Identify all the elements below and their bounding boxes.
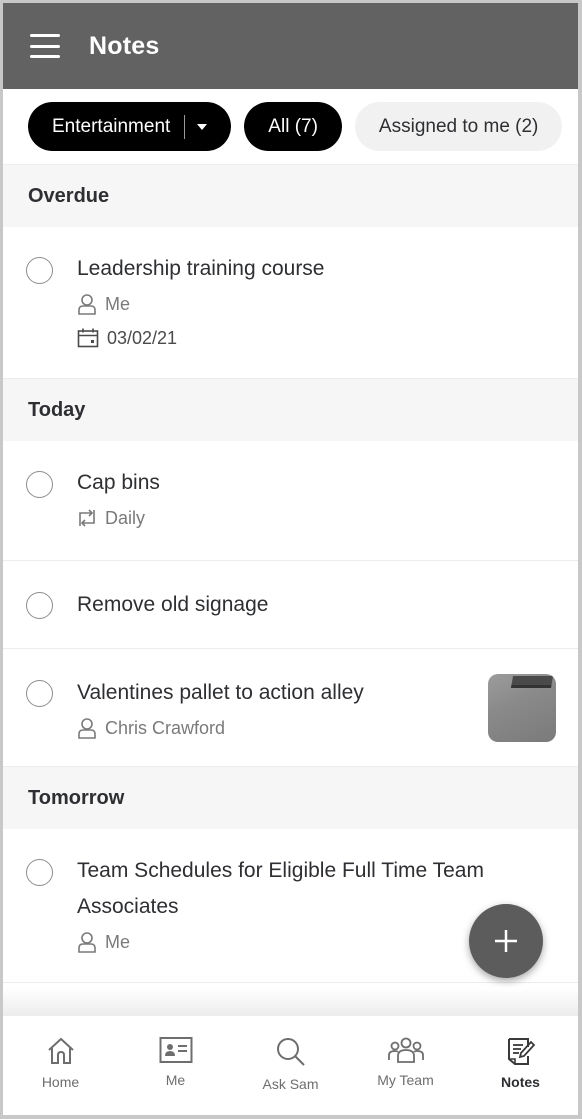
- task-item[interactable]: Valentines pallet to action alley Chris …: [3, 649, 578, 767]
- filter-bar: Entertainment All (7) Assigned to me (2): [3, 89, 578, 165]
- section-header-tomorrow: Tomorrow: [3, 767, 578, 829]
- nav-label: Home: [41, 1074, 80, 1090]
- task-item[interactable]: Cap bins Daily: [3, 441, 578, 561]
- person-icon: [78, 294, 96, 315]
- recurrence-label: Daily: [105, 507, 146, 528]
- nav-item-ask-sam[interactable]: Ask Sam: [233, 1016, 348, 1115]
- caret-down-icon: [197, 123, 208, 130]
- nav-item-my-team[interactable]: My Team: [348, 1016, 463, 1115]
- task-checkbox[interactable]: [26, 471, 53, 498]
- task-title: Leadership training course: [77, 257, 325, 280]
- nav-item-me[interactable]: Me: [118, 1016, 233, 1115]
- task-title: Cap bins: [77, 471, 160, 494]
- hamburger-menu-icon[interactable]: [30, 34, 60, 58]
- notes-edit-icon: [507, 1038, 535, 1065]
- scroll-fade: [3, 988, 578, 1016]
- home-icon: [47, 1037, 74, 1064]
- section-header-overdue: Overdue: [3, 165, 578, 227]
- filter-chip-assigned-to-me[interactable]: Assigned to me (2): [354, 102, 563, 151]
- task-checkbox[interactable]: [26, 859, 53, 886]
- department-label: Entertainment: [52, 115, 171, 137]
- id-card-icon: [159, 1037, 192, 1063]
- task-title: Team Schedules for Eligible Full Time Te…: [77, 859, 484, 918]
- task-assignee: Me: [77, 287, 578, 321]
- chip-divider: [184, 114, 186, 139]
- task-checkbox[interactable]: [26, 680, 53, 707]
- department-dropdown[interactable]: Entertainment: [28, 102, 232, 151]
- nav-label: Ask Sam: [262, 1076, 319, 1092]
- nav-item-home[interactable]: Home: [3, 1016, 118, 1115]
- bottom-nav: Home Me Ask Sam My Team Notes: [3, 1016, 578, 1115]
- person-icon: [78, 718, 96, 739]
- task-recurrence: Daily: [77, 501, 578, 535]
- calendar-icon: [77, 328, 99, 348]
- nav-label: Me: [165, 1072, 186, 1088]
- task-item[interactable]: Remove old signage: [3, 561, 578, 649]
- task-checkbox[interactable]: [26, 257, 53, 284]
- team-icon: [387, 1037, 424, 1063]
- person-icon: [78, 932, 96, 953]
- notes-screen: Notes Entertainment All (7) Assigned to …: [3, 3, 578, 1115]
- section-header-today: Today: [3, 379, 578, 441]
- nav-item-notes[interactable]: Notes: [463, 1016, 578, 1115]
- task-due-date: 03/02/21: [77, 321, 578, 355]
- task-item[interactable]: Leadership training course Me 03/02/21: [3, 227, 578, 379]
- search-icon: [276, 1038, 305, 1066]
- task-image-thumbnail[interactable]: [488, 674, 556, 742]
- app-bar: Notes: [3, 3, 578, 89]
- nav-label: Notes: [501, 1074, 540, 1090]
- task-list: Overdue Leadership training course Me 03…: [3, 165, 578, 983]
- assignee-name: Me: [105, 931, 131, 952]
- page-title: Notes: [89, 31, 160, 60]
- due-date: 03/02/21: [107, 327, 178, 348]
- assignee-name: Me: [105, 293, 131, 314]
- filter-chip-all[interactable]: All (7): [244, 102, 342, 151]
- plus-icon: [495, 930, 517, 952]
- add-note-button[interactable]: [469, 904, 543, 978]
- repeat-icon: [79, 509, 95, 527]
- task-title: Remove old signage: [77, 593, 269, 616]
- task-checkbox[interactable]: [26, 592, 53, 619]
- nav-label: My Team: [377, 1072, 434, 1088]
- assignee-name: Chris Crawford: [105, 717, 226, 738]
